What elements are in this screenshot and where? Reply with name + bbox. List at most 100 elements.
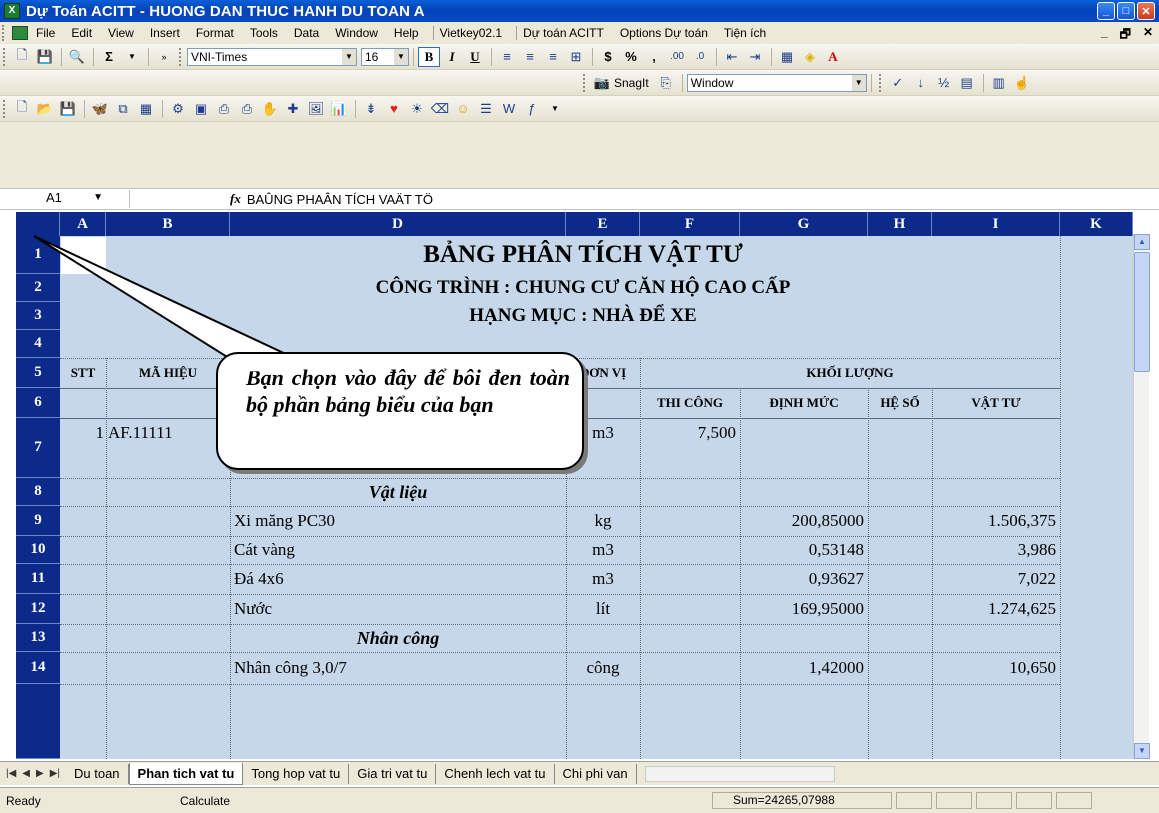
doc-restore-icon[interactable]: 🗗 (1120, 25, 1131, 46)
comma-button[interactable]: , (643, 47, 665, 67)
fraction-icon[interactable]: ½ (933, 73, 955, 93)
menu-du-toan-acitt[interactable]: Dự toán ACITT (523, 26, 612, 40)
italic-button[interactable]: I (441, 47, 463, 67)
list-icon[interactable]: ☰ (475, 99, 497, 119)
printer-icon[interactable]: ⎙ (236, 99, 258, 119)
sheet-title[interactable]: BẢNG PHÂN TÍCH VẬT TƯ (106, 236, 1060, 274)
header-khoi-luong[interactable]: KHỐI LƯỢNG (640, 358, 1060, 388)
row-header-5[interactable]: 5 (16, 358, 60, 388)
autosum-icon[interactable]: Σ (98, 47, 120, 67)
column-header-k[interactable]: K (1060, 212, 1133, 236)
menu-options-du-toan[interactable]: Options Dự toán (620, 26, 716, 40)
labor-unit[interactable]: công (566, 652, 640, 684)
horizontal-scrollbar[interactable] (644, 765, 835, 782)
fx-icon[interactable]: fx (230, 191, 241, 207)
scroll-thumb[interactable] (1134, 252, 1150, 372)
bar-chart-icon[interactable]: 📊 (328, 99, 350, 119)
decrease-indent-icon[interactable]: ⇤ (721, 47, 743, 67)
merge-center-icon[interactable]: ⊞ (565, 47, 587, 67)
print-icon[interactable]: ⎙ (213, 99, 235, 119)
labor-total[interactable]: 10,650 (932, 652, 1060, 684)
menu-tools[interactable]: Tools (250, 26, 286, 40)
save-icon[interactable]: 💾 (57, 99, 79, 119)
material-norm[interactable]: 169,95000 (740, 594, 868, 624)
material-total[interactable]: 1.506,375 (932, 506, 1060, 536)
header-thi-cong[interactable]: THI CÔNG (640, 388, 740, 418)
table-icon[interactable]: ▤ (956, 73, 978, 93)
column-header-d[interactable]: D (230, 212, 566, 236)
menu-tien-ich[interactable]: Tiện ích (724, 26, 774, 40)
column-header-i[interactable]: I (932, 212, 1060, 236)
menu-file[interactable]: File (36, 26, 63, 40)
row-header-10[interactable]: 10 (16, 536, 60, 564)
scroll-up-icon[interactable]: ▲ (1134, 234, 1150, 250)
row-header-3[interactable]: 3 (16, 302, 60, 330)
toolbar-options-icon[interactable]: ▼ (544, 99, 566, 119)
active-cell-a1[interactable] (61, 237, 106, 274)
chevron-down-icon[interactable]: ▼ (93, 192, 103, 203)
sort-ascending-icon[interactable]: ↓ (910, 73, 932, 93)
material-name[interactable]: Nước (234, 594, 564, 624)
form-icon[interactable]: ▣ (190, 99, 212, 119)
row-header-1[interactable]: 1 (16, 236, 60, 274)
decrease-decimal-icon[interactable]: .0 (689, 47, 711, 67)
toolbar-grip[interactable] (3, 99, 7, 118)
vertical-scrollbar[interactable]: ▲ ▼ (1133, 234, 1150, 759)
autosum-dropdown-icon[interactable]: ▼ (121, 47, 143, 67)
cell-ma-hieu[interactable]: AF.11111 (108, 418, 230, 448)
material-unit[interactable]: m3 (566, 536, 640, 564)
pointer-hand-icon[interactable]: ☝ (1011, 73, 1033, 93)
smiley-icon[interactable]: ☺ (452, 99, 474, 119)
column-header-e[interactable]: E (566, 212, 640, 236)
bold-button[interactable]: B (418, 46, 440, 67)
open-folder-icon[interactable]: 📂 (34, 99, 56, 119)
scroll-down-icon[interactable]: ▼ (1134, 743, 1150, 759)
labor-name[interactable]: Nhân công 3,0/7 (234, 652, 564, 684)
heart-icon[interactable]: ♥ (383, 99, 405, 119)
borders-icon[interactable]: ▦ (776, 47, 798, 67)
column-header-h[interactable]: H (868, 212, 932, 236)
menu-view[interactable]: View (108, 26, 142, 40)
material-norm[interactable]: 200,85000 (740, 506, 868, 536)
font-color-icon[interactable]: A (822, 47, 844, 67)
row-header-2[interactable]: 2 (16, 274, 60, 302)
material-total[interactable]: 1.274,625 (932, 594, 1060, 624)
align-left-icon[interactable]: ≡ (496, 47, 518, 67)
save-icon[interactable]: 💾 (34, 47, 56, 67)
column-header-g[interactable]: G (740, 212, 868, 236)
row-header-11[interactable]: 11 (16, 564, 60, 594)
menu-vietkey[interactable]: Vietkey02.1 (440, 26, 511, 40)
tab-tong-hop-vat-tu[interactable]: Tong hop vat tu (243, 763, 350, 784)
copy-icon[interactable]: ⧉ (112, 99, 134, 119)
menu-edit[interactable]: Edit (71, 26, 100, 40)
insert-row-icon[interactable]: ⇟ (360, 99, 382, 119)
material-total[interactable]: 7,022 (932, 564, 1060, 594)
underline-button[interactable]: U (464, 47, 486, 67)
new-icon[interactable]: 🗋 (11, 99, 33, 119)
labor-norm[interactable]: 1,42000 (740, 652, 868, 684)
snagit-label[interactable]: SnagIt (614, 76, 649, 90)
menu-grip[interactable] (2, 25, 8, 41)
row-header-14[interactable]: 14 (16, 652, 60, 684)
column-header-a[interactable]: A (60, 212, 106, 236)
section-labor[interactable]: Nhân công (230, 624, 566, 652)
section-materials[interactable]: Vật liệu (230, 478, 566, 506)
increase-indent-icon[interactable]: ⇥ (744, 47, 766, 67)
plus-grid-icon[interactable]: ✚ (282, 99, 304, 119)
window-combo[interactable]: Window ▼ (686, 73, 867, 92)
align-right-icon[interactable]: ≡ (542, 47, 564, 67)
material-unit[interactable]: lít (566, 594, 640, 624)
sheet-subtitle-project[interactable]: CÔNG TRÌNH : CHUNG CƯ CĂN HỘ CAO CẤP (106, 274, 1060, 302)
properties-icon[interactable]: ⚙ (167, 99, 189, 119)
material-name[interactable]: Cát vàng (234, 536, 564, 564)
header-vat-tu[interactable]: VẬT TƯ (932, 388, 1060, 418)
snagit-icon[interactable]: 📷 (591, 73, 613, 93)
fill-color-icon[interactable]: ◈ (799, 47, 821, 67)
row-header-9[interactable]: 9 (16, 506, 60, 536)
material-norm[interactable]: 0,53148 (740, 536, 868, 564)
header-ma-hieu[interactable]: MÃ HIỆU (106, 358, 230, 388)
row-header-8[interactable]: 8 (16, 478, 60, 506)
menu-data[interactable]: Data (294, 26, 327, 40)
close-button[interactable]: ✕ (1137, 2, 1155, 20)
function-icon[interactable]: ƒ (521, 99, 543, 119)
